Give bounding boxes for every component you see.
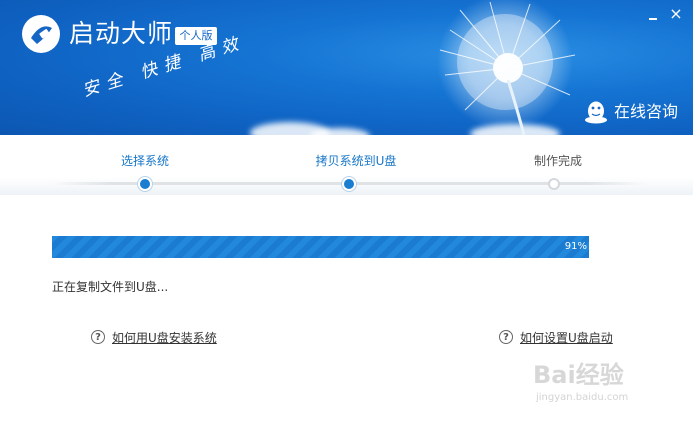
- dandelion-illustration: [437, 0, 576, 135]
- boot-setup-link[interactable]: ? 如何设置U盘启动: [499, 329, 639, 347]
- close-button[interactable]: ×: [667, 5, 685, 23]
- copy-status-text: 正在复制文件到U盘...: [52, 280, 169, 294]
- help-question-icon: ?: [499, 330, 513, 344]
- help-question-icon: ?: [91, 330, 105, 344]
- watermark-brand: Bai经验: [533, 361, 624, 389]
- step-label-copy-to-usb: 拷贝系统到U盘: [315, 154, 397, 168]
- online-support-button[interactable]: 在线咨询: [580, 95, 685, 131]
- app-title: 启动大师: [69, 19, 174, 48]
- minimize-button[interactable]: [646, 8, 660, 22]
- watermark-site: jingyan.baidu.com: [536, 392, 629, 403]
- qq-penguin-icon: [585, 101, 607, 124]
- baidu-jingyan-watermark: Bai经验 jingyan.baidu.com: [527, 360, 687, 410]
- install-guide-link-label: 如何用U盘安装系统: [112, 331, 217, 345]
- boot-setup-link-label: 如何设置U盘启动: [520, 331, 613, 345]
- app-logo-icon: [22, 15, 60, 53]
- cloud-decoration: [310, 128, 370, 135]
- step-dot-select-system: [138, 177, 152, 191]
- step-label-finished: 制作完成: [533, 154, 583, 168]
- online-support-label: 在线咨询: [614, 102, 679, 121]
- progress-percent-label: 91%: [564, 241, 587, 252]
- header-banner: 启动大师 个人版 安全 快捷 高效 × 在线咨询: [0, 0, 693, 135]
- step-dot-finished: [548, 178, 560, 190]
- install-guide-link[interactable]: ? 如何用U盘安装系统: [91, 329, 251, 347]
- step-label-select-system: 选择系统: [120, 154, 170, 168]
- step-dot-copy-to-usb: [342, 177, 356, 191]
- progress-bar-fill: 91%: [52, 236, 589, 258]
- app-window: 启动大师 个人版 安全 快捷 高效 × 在线咨询 选择系统 拷贝系统到U盘 制作…: [0, 0, 693, 422]
- progress-bar: 91%: [52, 236, 642, 258]
